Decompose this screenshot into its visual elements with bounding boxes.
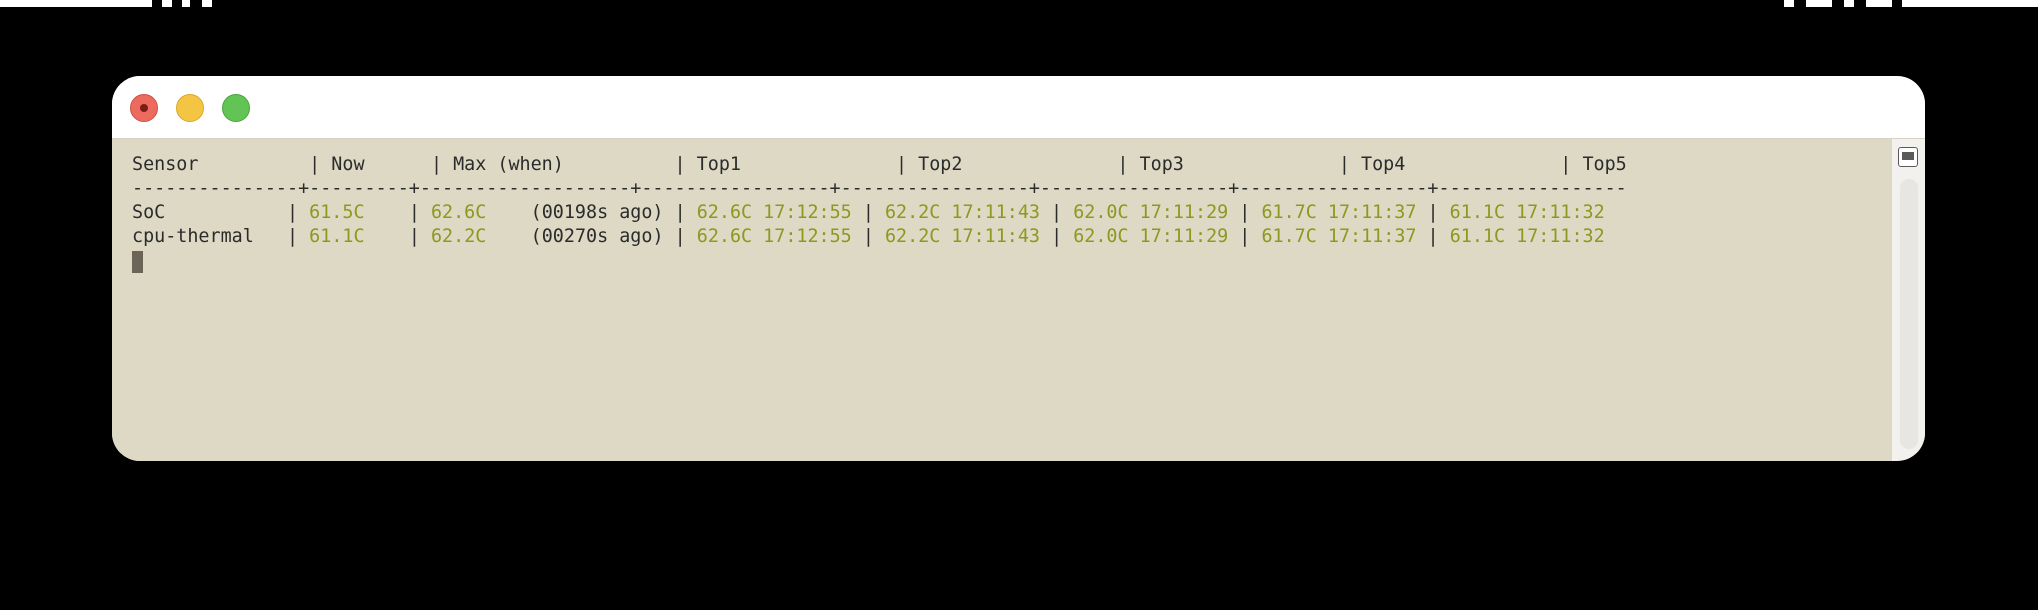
list-icon[interactable] (1898, 147, 1918, 167)
bar-segment (1866, 0, 1892, 7)
bar-segment (1806, 0, 1832, 7)
scrollbar-track[interactable] (1900, 179, 1918, 449)
bar-segment (202, 0, 212, 7)
bar-segment (0, 0, 152, 7)
max-when: (00270s ago) (530, 226, 664, 247)
max-when: (00198s ago) (530, 202, 664, 223)
top4-value: 61.7C 17:11:37 (1261, 202, 1417, 223)
top2-value: 62.2C 17:11:43 (884, 226, 1040, 247)
max-value: 62.2C (430, 226, 487, 247)
top1-value: 62.6C 17:12:55 (696, 202, 852, 223)
top5-value: 61.1C 17:11:32 (1449, 202, 1605, 223)
sensor-name: SoC (132, 202, 166, 223)
top1-value: 62.6C 17:12:55 (696, 226, 852, 247)
top3-value: 62.0C 17:11:29 (1073, 226, 1229, 247)
bar-segment (162, 0, 172, 7)
sensor-name: cpu-thermal (132, 226, 254, 247)
top3-value: 62.0C 17:11:29 (1073, 202, 1229, 223)
terminal-content[interactable]: Sensor | Now | Max (when) | Top1 | Top2 … (112, 139, 1892, 461)
screen-top-bar-left (0, 0, 212, 7)
table-header: Sensor | Now | Max (when) | Top1 | Top2 … (132, 154, 1627, 175)
now-value: 61.5C (309, 202, 365, 223)
bar-segment (182, 0, 190, 7)
top2-value: 62.2C 17:11:43 (884, 202, 1040, 223)
terminal-cursor (132, 251, 143, 273)
now-value: 61.1C (309, 226, 365, 247)
minimize-button[interactable] (176, 94, 204, 122)
bar-segment (1784, 0, 1794, 7)
bar-segment (1844, 0, 1854, 7)
close-button[interactable] (130, 94, 158, 122)
table-row: SoC | 61.5C | 62.6C (00198s ago) | 62.6C… (132, 202, 1605, 223)
title-bar[interactable] (112, 76, 1925, 139)
top5-value: 61.1C 17:11:32 (1449, 226, 1605, 247)
scrollbar[interactable] (1891, 139, 1925, 461)
terminal-window: Sensor | Now | Max (when) | Top1 | Top2 … (112, 76, 1925, 461)
top4-value: 61.7C 17:11:37 (1261, 226, 1417, 247)
maximize-button[interactable] (222, 94, 250, 122)
table-separator: ---------------+---------+--------------… (132, 178, 1627, 199)
table-row: cpu-thermal | 61.1C | 62.2C (00270s ago)… (132, 226, 1605, 247)
max-value: 62.6C (430, 202, 487, 223)
bar-segment (1902, 0, 2038, 7)
screen-top-bar-right (1784, 0, 2038, 7)
